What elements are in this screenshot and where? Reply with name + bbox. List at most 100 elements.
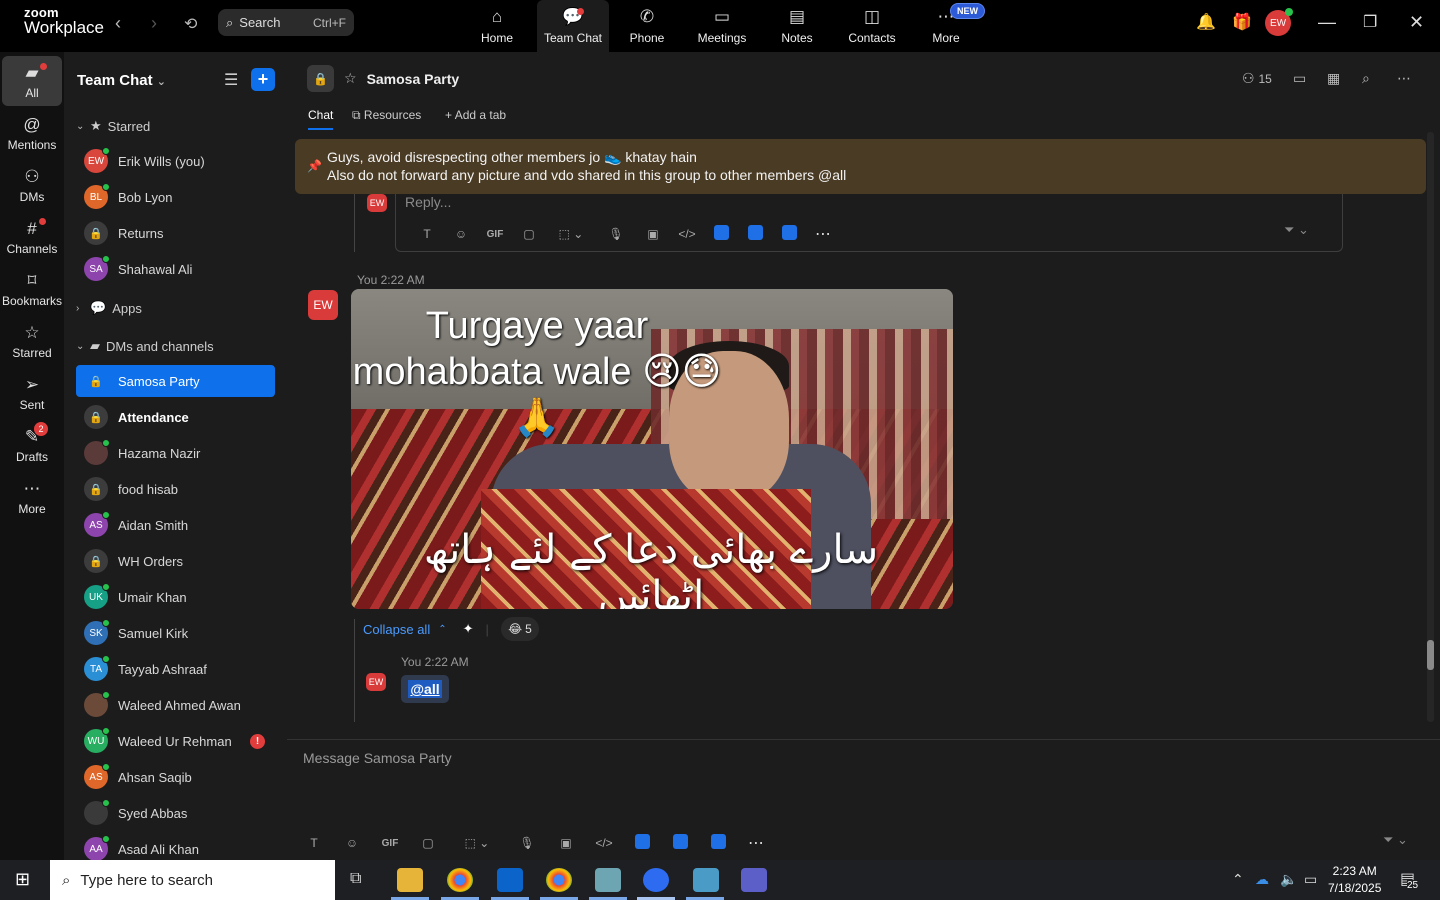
file-explorer-icon[interactable] xyxy=(397,868,423,892)
mic-icon[interactable]: 🎙 xyxy=(507,836,547,850)
rail-channels[interactable]: # Channels xyxy=(2,212,62,262)
rail-starred[interactable]: ☆ Starred xyxy=(2,316,62,366)
list-item[interactable]: EW Erik Wills (you) xyxy=(76,145,275,177)
onedrive-icon[interactable]: ☁ xyxy=(1255,871,1269,888)
app-icon-3[interactable] xyxy=(699,834,737,852)
video-clip-icon[interactable]: ▣ xyxy=(547,836,585,850)
back-arrow-icon[interactable]: ‹ xyxy=(115,13,121,34)
rail-drafts[interactable]: ✎ Drafts 2 xyxy=(2,420,62,470)
reply-box[interactable]: Reply... T ☺ GIF ▢ ⬚ ⌄ 🎙 ▣ </> ⋯ ⏷ ⌄ xyxy=(395,194,1343,252)
format-text-icon[interactable]: T xyxy=(410,227,444,241)
screenshot-icon[interactable]: ⬚ ⌄ xyxy=(447,836,507,850)
reaction-chip[interactable]: 😂 5 xyxy=(501,617,539,641)
calendar-gift-icon[interactable]: 🎁 xyxy=(1232,12,1252,32)
file-icon[interactable]: ▢ xyxy=(512,227,546,241)
app-icon-1[interactable] xyxy=(704,225,738,243)
forward-arrow-icon[interactable]: › xyxy=(151,13,157,34)
tab-home[interactable]: ⌂ Home xyxy=(461,0,533,52)
list-item[interactable]: AS Ahsan Saqib xyxy=(76,761,275,793)
rail-bookmarks[interactable]: ⌑ Bookmarks xyxy=(2,264,62,314)
tab-add[interactable]: + Add a tab xyxy=(445,108,506,122)
send-icon[interactable]: ⏷ ⌄ xyxy=(1383,832,1408,848)
channel-title[interactable]: Samosa Party xyxy=(367,71,460,87)
tab-more[interactable]: ⋯ More NEW xyxy=(910,0,985,52)
app-icon-2[interactable] xyxy=(738,225,772,243)
taskbar-clock[interactable]: 2:23 AM 7/18/2025 xyxy=(1328,863,1381,897)
profile-avatar[interactable]: EW xyxy=(1265,8,1293,36)
bell-icon[interactable]: 🔔 xyxy=(1196,12,1216,32)
list-item[interactable]: 🔒 WH Orders xyxy=(76,545,275,577)
tab-team-chat[interactable]: 💬 Team Chat xyxy=(537,0,609,52)
tab-chat[interactable]: Chat xyxy=(308,108,334,130)
sender-avatar[interactable]: EW xyxy=(308,290,338,320)
code-icon[interactable]: </> xyxy=(585,836,623,850)
list-item[interactable]: 🔒 Samosa Party xyxy=(76,365,275,397)
list-item[interactable]: 🔒 food hisab xyxy=(76,473,275,505)
network-icon[interactable]: ▭ xyxy=(1304,871,1317,888)
mention-bubble[interactable]: @all xyxy=(401,675,449,703)
more-options-icon[interactable]: ⋯ xyxy=(1397,70,1411,87)
app-icon-2[interactable] xyxy=(661,834,699,852)
task-view-icon[interactable]: ⧉ xyxy=(350,870,361,888)
members-button[interactable]: ⚇ 15 xyxy=(1242,70,1272,87)
more-tools-icon[interactable]: ⋯ xyxy=(806,224,840,244)
list-item[interactable]: BL Bob Lyon xyxy=(76,181,275,213)
message-image[interactable]: Turgaye yaar mohabbata wale 😢😓🙏 سارے بھا… xyxy=(351,289,953,609)
code-icon[interactable]: </> xyxy=(670,227,704,241)
collapse-all-button[interactable]: Collapse all ⌃ ✦ | xyxy=(363,621,489,637)
filter-icon[interactable]: ☰ xyxy=(224,70,238,90)
video-clip-icon[interactable]: ▣ xyxy=(636,227,670,241)
chevron-up-icon[interactable]: ⌃ xyxy=(1232,871,1244,888)
tab-notes[interactable]: ▤ Notes xyxy=(761,0,833,52)
more-tools-icon[interactable]: ⋯ xyxy=(737,833,775,853)
calendar-icon[interactable]: ▦ xyxy=(1327,70,1340,87)
list-item[interactable]: AS Aidan Smith xyxy=(76,509,275,541)
list-item[interactable]: WU Waleed Ur Rehman! xyxy=(76,725,275,757)
app-icon-3[interactable] xyxy=(772,225,806,243)
list-item[interactable]: SK Samuel Kirk xyxy=(76,617,275,649)
pinned-message[interactable]: 📌 Guys, avoid disrespecting other member… xyxy=(295,139,1426,194)
outlook-icon[interactable] xyxy=(497,868,523,892)
message-input[interactable]: Message Samosa Party xyxy=(303,750,452,766)
scrollbar-thumb[interactable] xyxy=(1427,640,1434,670)
video-call-icon[interactable]: ▭ xyxy=(1293,70,1306,87)
list-item[interactable]: UK Umair Khan xyxy=(76,581,275,613)
close-icon[interactable]: ✕ xyxy=(1409,12,1424,33)
section-apps[interactable]: › 💬 Apps xyxy=(76,300,142,316)
rail-sent[interactable]: ➢ Sent xyxy=(2,368,62,418)
rail-dms[interactable]: ⚇ DMs xyxy=(2,160,62,210)
file-icon[interactable]: ▢ xyxy=(409,836,447,850)
section-starred[interactable]: ⌄ ★ Starred xyxy=(76,118,150,134)
gif-icon[interactable]: GIF xyxy=(478,229,512,240)
restore-icon[interactable]: ❐ xyxy=(1363,12,1377,32)
search-icon[interactable]: ⌕ xyxy=(1362,70,1370,87)
sidebar-title[interactable]: Team Chat ⌄ xyxy=(77,72,166,89)
screenshot-icon[interactable]: ⬚ ⌄ xyxy=(546,227,596,241)
chrome-icon[interactable] xyxy=(447,868,473,892)
teams-icon[interactable] xyxy=(741,868,767,892)
app-icon[interactable] xyxy=(595,868,621,892)
tab-phone[interactable]: ✆ Phone xyxy=(611,0,683,52)
rail-all[interactable]: ▰ All xyxy=(2,56,62,106)
list-item[interactable]: Hazama Nazir xyxy=(76,437,275,469)
rail-more[interactable]: ⋯ More xyxy=(2,472,62,522)
send-icon[interactable]: ⏷ ⌄ xyxy=(1284,222,1309,238)
gif-icon[interactable]: GIF xyxy=(371,838,409,849)
app-icon-2[interactable] xyxy=(693,868,719,892)
volume-icon[interactable]: 🔈 xyxy=(1280,871,1297,888)
new-chat-button[interactable]: + xyxy=(251,68,275,91)
search-bar[interactable]: ⌕ Search Ctrl+F xyxy=(218,9,354,36)
mic-icon[interactable]: 🎙 xyxy=(596,227,636,241)
star-icon[interactable]: ☆ xyxy=(344,70,357,87)
emoji-icon[interactable]: ☺ xyxy=(444,227,478,241)
list-item[interactable]: Waleed Ahmed Awan xyxy=(76,689,275,721)
list-item[interactable]: 🔒 Returns xyxy=(76,217,275,249)
list-item[interactable]: SA Shahawal Ali xyxy=(76,253,275,285)
zoom-taskbar-icon[interactable] xyxy=(643,868,669,892)
minimize-icon[interactable]: — xyxy=(1318,12,1336,33)
format-text-icon[interactable]: T xyxy=(295,836,333,850)
chrome-profile-icon[interactable] xyxy=(546,868,572,892)
tab-contacts[interactable]: ◫ Contacts xyxy=(836,0,908,52)
windows-start-icon[interactable]: ⊞ xyxy=(15,869,30,890)
scrollbar[interactable] xyxy=(1427,132,1434,722)
